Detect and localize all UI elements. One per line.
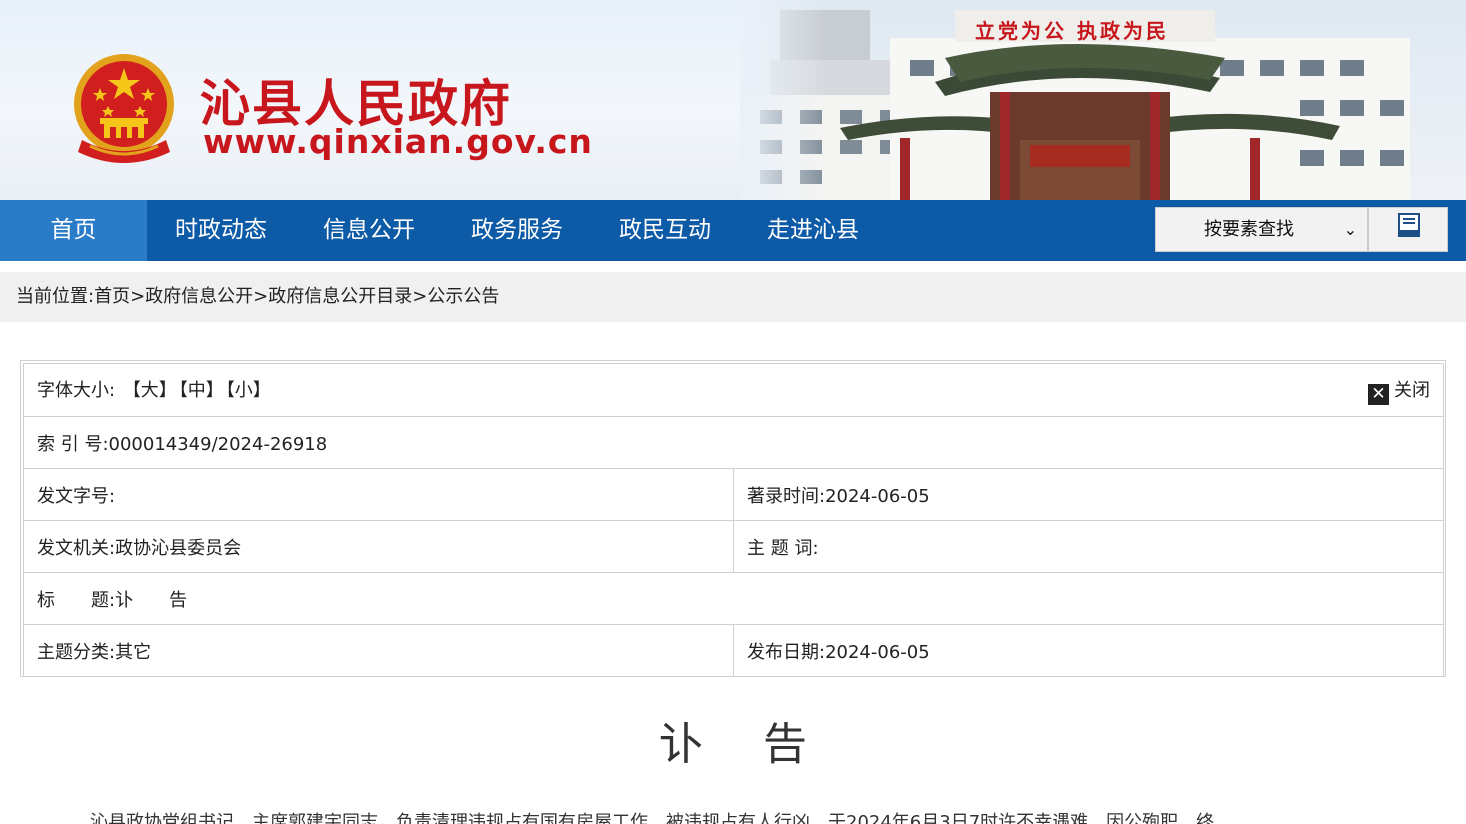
issuer-cell: 发文机关:政协沁县委员会	[23, 520, 734, 573]
breadcrumb-prefix: 当前位置:	[16, 286, 95, 307]
title-value: 讣 告	[115, 589, 188, 611]
breadcrumb-path[interactable]: 首页>政府信息公开>政府信息公开目录>公示公告	[94, 286, 499, 307]
nav-item-home[interactable]: 首页	[0, 200, 147, 261]
doc-number-label: 发文字号:	[37, 485, 116, 507]
nav-item-info-disclosure[interactable]: 信息公开	[295, 200, 443, 261]
font-size-label: 字体大小:	[37, 379, 116, 401]
font-medium-link[interactable]: 【中】	[179, 380, 224, 401]
publish-date-cell: 发布日期:2024-06-05	[733, 624, 1444, 677]
font-large-link[interactable]: 【大】	[123, 380, 177, 401]
search-icon	[1398, 213, 1420, 237]
site-url: www.qinxian.gov.cn	[203, 122, 593, 161]
chevron-down-icon: ⌄	[1343, 220, 1357, 239]
category-cell: 主题分类:其它	[23, 624, 734, 677]
search-button[interactable]	[1368, 207, 1448, 252]
issuer-label: 发文机关:	[37, 537, 116, 559]
issuer-value: 政协沁县委员会	[115, 537, 242, 559]
nav-item-news[interactable]: 时政动态	[147, 200, 295, 261]
nav-item-services[interactable]: 政务服务	[443, 200, 591, 261]
close-button[interactable]: ✕ 关闭	[1368, 376, 1430, 405]
nav-item-interaction[interactable]: 政民互动	[591, 200, 739, 261]
font-small-link[interactable]: 【小】	[226, 380, 271, 401]
index-number-value: 000014349/2024-26918	[108, 433, 328, 455]
record-time-label: 著录时间:	[747, 485, 826, 507]
doc-number-cell: 发文字号:	[23, 468, 734, 521]
breadcrumb: 当前位置:首页>政府信息公开>政府信息公开目录>公示公告	[0, 272, 1466, 322]
index-number-cell: 索 引 号:000014349/2024-26918	[23, 416, 1444, 469]
building-slogan: 立党为公 执政为民	[975, 19, 1169, 43]
keywords-label: 主 题 词:	[747, 537, 819, 559]
keywords-cell: 主 题 词:	[733, 520, 1444, 573]
title-cell: 标 题:讣 告	[23, 572, 1444, 625]
font-size-row: 字体大小: 【大】 【中】 【小】 ✕ 关闭	[23, 363, 1444, 417]
close-icon: ✕	[1368, 383, 1389, 405]
category-value: 其它	[115, 641, 152, 663]
search-type-value: 按要素查找	[1204, 219, 1294, 240]
article-body: 沁县政协党组书记、主席郭建宇同志，负责清理违规占有国有房屋工作，被违规占有人行凶…	[90, 812, 1215, 824]
national-emblem-icon	[74, 54, 174, 163]
header-banner: 沁县人民政府 www.qinxian.gov.cn 立党为公 执政为民	[0, 0, 1466, 200]
record-time-cell: 著录时间:2024-06-05	[733, 468, 1444, 521]
close-label: 关闭	[1394, 379, 1430, 401]
article-title: 讣告	[659, 719, 867, 770]
search-type-select[interactable]: 按要素查找 ⌄	[1155, 207, 1368, 252]
title-label: 标 题:	[37, 589, 116, 611]
category-label: 主题分类:	[37, 641, 116, 663]
index-number-label: 索 引 号:	[37, 433, 109, 455]
nav-item-about[interactable]: 走进沁县	[739, 200, 887, 261]
publish-date-value: 2024-06-05	[825, 641, 930, 663]
document-meta-table: 字体大小: 【大】 【中】 【小】 ✕ 关闭 索 引 号:000014349/2024…	[23, 363, 1444, 677]
publish-date-label: 发布日期:	[747, 641, 826, 663]
record-time-value: 2024-06-05	[825, 485, 930, 507]
